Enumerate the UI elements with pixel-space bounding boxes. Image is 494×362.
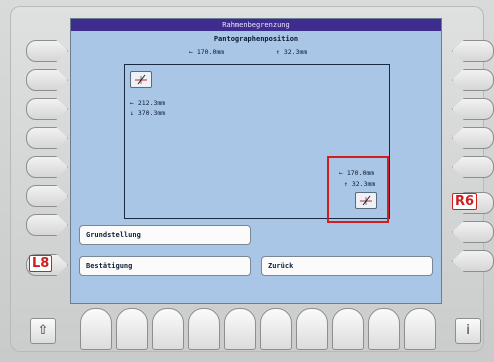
display-screen: Rahmenbegrenzung Pantographenposition ← … — [70, 18, 442, 304]
bestaetigung-button[interactable]: Bestätigung — [79, 256, 251, 276]
bottom-softkey-2[interactable] — [116, 308, 148, 350]
screen-title: Rahmenbegrenzung — [71, 19, 441, 31]
bottom-softkey-6[interactable] — [260, 308, 292, 350]
set-top-left-corner-button[interactable] — [130, 71, 152, 88]
shift-key[interactable]: ⇧ — [30, 318, 56, 344]
top-left-y-value: ↓ 370.3mm — [130, 109, 166, 117]
grundstellung-button[interactable]: Grundstellung — [79, 225, 251, 245]
zurueck-button[interactable]: Zurück — [261, 256, 433, 276]
shift-arrow-icon: ⇧ — [37, 323, 49, 338]
pantograph-icon — [135, 74, 147, 85]
bottom-softkey-4[interactable] — [188, 308, 220, 350]
top-left-x-value: ← 212.3mm — [130, 99, 166, 107]
bottom-softkey-7[interactable] — [296, 308, 328, 350]
bottom-softkey-10[interactable] — [404, 308, 436, 350]
screen-subtitle: Pantographenposition — [213, 35, 299, 43]
info-key[interactable]: i — [455, 318, 481, 344]
softkey-label-l8: L8 — [29, 255, 53, 272]
bottom-softkey-1[interactable] — [80, 308, 112, 350]
info-icon: i — [466, 323, 470, 338]
pantograph-position-x: ← 170.0mm — [189, 48, 225, 56]
bottom-softkey-5[interactable] — [224, 308, 256, 350]
bottom-softkey-9[interactable] — [368, 308, 400, 350]
bottom-softkey-3[interactable] — [152, 308, 184, 350]
highlight-box — [327, 156, 389, 223]
softkey-label-r6: R6 — [452, 193, 478, 210]
pantograph-position-y: ↑ 32.3mm — [276, 48, 308, 56]
bottom-softkey-8[interactable] — [332, 308, 364, 350]
